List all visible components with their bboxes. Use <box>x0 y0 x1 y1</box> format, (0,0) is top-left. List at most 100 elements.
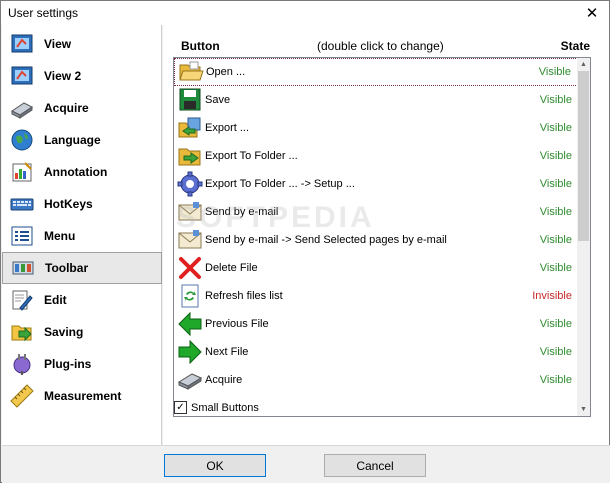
sidebar-item-edit[interactable]: Edit <box>2 284 162 316</box>
row-name: Next File <box>205 346 249 358</box>
sidebar-item-annotation[interactable]: Annotation <box>2 156 162 188</box>
save-icon <box>177 87 203 113</box>
view-icon <box>10 32 34 56</box>
scanner-icon <box>177 367 203 393</box>
email-icon <box>177 199 203 225</box>
row-state: Invisible <box>532 290 572 302</box>
scroll-up-icon[interactable]: ▲ <box>577 58 590 71</box>
close-button[interactable]: ✕ <box>575 1 609 25</box>
list-item[interactable]: Export To Folder ... -> Setup ... Visibl… <box>174 170 578 198</box>
sidebar-item-label: Edit <box>44 293 67 307</box>
plugin-icon <box>10 352 34 376</box>
row-state: Visible <box>539 150 572 162</box>
saving-icon <box>10 320 34 344</box>
row-name: Send by e-mail -> Send Selected pages by… <box>205 234 447 246</box>
sidebar-item-label: HotKeys <box>44 197 93 211</box>
title-bar[interactable]: User settings ✕ <box>1 1 609 25</box>
export-folder-icon <box>177 143 203 169</box>
row-state: Visible <box>539 122 572 134</box>
scrollbar-thumb[interactable] <box>578 71 589 241</box>
sidebar-item-toolbar[interactable]: Toolbar <box>2 252 162 284</box>
sidebar-item-view2[interactable]: View 2 <box>2 60 162 92</box>
column-header-state: State <box>560 39 590 53</box>
sidebar-item-label: Language <box>44 133 101 147</box>
list-item[interactable]: Save Visible <box>174 86 578 114</box>
row-name: Acquire <box>205 374 243 386</box>
sidebar-item-label: Toolbar <box>45 261 89 275</box>
small-buttons-option[interactable]: ✓ Small Buttons <box>174 401 259 414</box>
row-state: Visible <box>539 318 572 330</box>
row-name: Send by e-mail <box>205 206 279 218</box>
list-item[interactable]: Next File Visible <box>174 338 578 366</box>
list-item[interactable]: Send by e-mail -> Send Selected pages by… <box>174 226 578 254</box>
sidebar-item-label: View 2 <box>44 69 82 83</box>
sidebar-item-view[interactable]: View <box>2 28 162 60</box>
delete-icon <box>177 255 203 281</box>
ok-button[interactable]: OK <box>164 454 266 477</box>
column-header-hint: (double click to change) <box>317 39 444 53</box>
row-state: Visible <box>539 346 572 358</box>
sidebar-item-hotkeys[interactable]: HotKeys <box>2 188 162 220</box>
menu-icon <box>10 224 34 248</box>
settings-sidebar: View View 2 Acquire Language Annotation … <box>2 25 162 445</box>
edit-icon <box>10 288 34 312</box>
list-item[interactable]: Export ... Visible <box>174 114 578 142</box>
column-header-button: Button <box>181 39 220 53</box>
sidebar-item-label: Plug-ins <box>44 357 92 371</box>
user-settings-window: User settings ✕ View View 2 Acquire Lang… <box>0 0 610 483</box>
row-state: Visible <box>539 374 572 386</box>
list-scrollbar[interactable]: ▲ ▼ <box>577 58 590 416</box>
list-item[interactable]: Refresh files list Invisible <box>174 282 578 310</box>
list-item[interactable]: Previous File Visible <box>174 310 578 338</box>
row-state: Visible <box>538 66 571 78</box>
arrow-right-icon <box>177 339 203 365</box>
sidebar-item-language[interactable]: Language <box>2 124 162 156</box>
toolbar-buttons-list[interactable]: Open ... Visible Save Visible Export ...… <box>173 57 591 417</box>
sidebar-item-label: Menu <box>44 229 76 243</box>
row-state: Visible <box>539 206 572 218</box>
row-state: Visible <box>539 262 572 274</box>
row-name: Export ... <box>205 122 250 134</box>
sidebar-item-label: View <box>44 37 72 51</box>
list-item[interactable]: Open ... Visible <box>174 58 578 86</box>
list-item[interactable]: Acquire Visible <box>174 366 578 394</box>
list-item[interactable]: Send by e-mail Visible <box>174 198 578 226</box>
close-icon: ✕ <box>585 5 599 22</box>
cancel-button[interactable]: Cancel <box>324 454 426 477</box>
list-item[interactable]: Export To Folder ... Visible <box>174 142 578 170</box>
sidebar-item-measurement[interactable]: Measurement <box>2 380 162 412</box>
open-folder-icon <box>178 59 204 85</box>
small-buttons-checkbox[interactable]: ✓ <box>174 401 187 414</box>
row-name: Save <box>205 94 231 106</box>
sidebar-item-label: Saving <box>44 325 84 339</box>
setup-gear-icon <box>177 171 203 197</box>
arrow-left-icon <box>177 311 203 337</box>
annotation-icon <box>10 160 34 184</box>
row-state: Visible <box>539 234 572 246</box>
sidebar-item-acquire[interactable]: Acquire <box>2 92 162 124</box>
row-name: Refresh files list <box>205 290 283 302</box>
row-name: Export To Folder ... <box>205 150 298 162</box>
row-name: Open ... <box>206 66 246 78</box>
refresh-icon <box>177 283 203 309</box>
ruler-icon <box>10 384 34 408</box>
row-state: Visible <box>539 94 572 106</box>
scanner-icon <box>10 96 34 120</box>
list-item[interactable]: Delete File Visible <box>174 254 578 282</box>
sidebar-item-plugins[interactable]: Plug-ins <box>2 348 162 380</box>
row-name: Export To Folder ... -> Setup ... <box>205 178 355 190</box>
small-buttons-label: Small Buttons <box>191 401 259 414</box>
view2-icon <box>10 64 34 88</box>
export-icon <box>177 115 203 141</box>
checkmark-icon: ✓ <box>176 401 185 413</box>
sidebar-item-label: Measurement <box>44 389 122 403</box>
dialog-footer: OK Cancel <box>2 445 610 483</box>
toolbar-settings-panel: Button (double click to change) State Op… <box>163 25 609 445</box>
sidebar-item-menu[interactable]: Menu <box>2 220 162 252</box>
sidebar-item-saving[interactable]: Saving <box>2 316 162 348</box>
sidebar-item-label: Annotation <box>44 165 108 179</box>
toolbar-icon <box>11 256 35 280</box>
row-name: Previous File <box>205 318 269 330</box>
scroll-down-icon[interactable]: ▼ <box>577 403 590 416</box>
keyboard-icon <box>10 192 34 216</box>
